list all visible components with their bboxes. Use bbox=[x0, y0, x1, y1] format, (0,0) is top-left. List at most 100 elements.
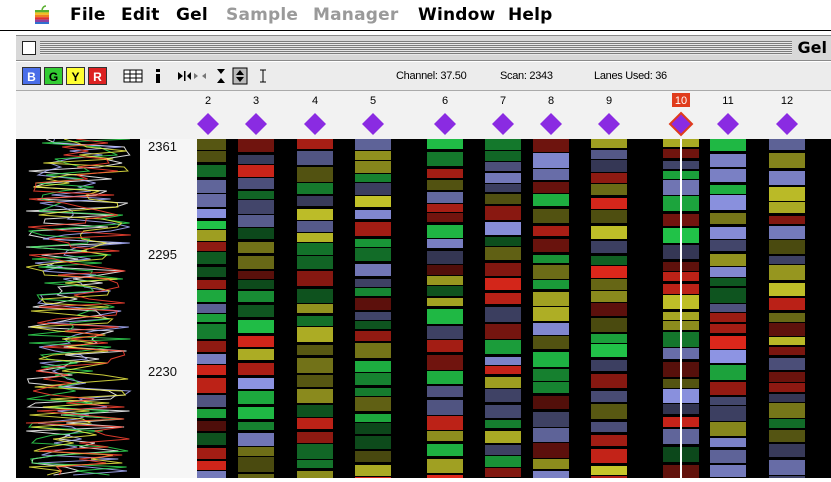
lane-marker-icon[interactable] bbox=[492, 113, 514, 135]
gel-band bbox=[197, 194, 226, 207]
apple-rainbow-icon[interactable] bbox=[32, 5, 52, 25]
gel-band bbox=[238, 191, 274, 199]
text-cursor-icon[interactable] bbox=[256, 67, 270, 85]
gel-band bbox=[197, 221, 226, 229]
gel-band bbox=[769, 171, 805, 185]
red-channel-button[interactable]: R bbox=[88, 67, 107, 85]
gel-band bbox=[197, 230, 226, 241]
gel-band bbox=[355, 388, 391, 396]
gel-band bbox=[355, 436, 391, 449]
gel-band bbox=[591, 404, 627, 419]
gel-band bbox=[485, 263, 521, 276]
menu-edit[interactable]: Edit bbox=[121, 5, 160, 25]
lane-number[interactable]: 6 bbox=[442, 95, 448, 107]
lane-marker-icon[interactable] bbox=[434, 113, 456, 135]
gel-band bbox=[427, 298, 463, 306]
lane-number[interactable]: 7 bbox=[500, 95, 506, 107]
gel-band bbox=[297, 345, 333, 355]
gel-band bbox=[238, 336, 274, 347]
gel-band bbox=[427, 213, 463, 222]
stepper-icon[interactable] bbox=[232, 67, 248, 85]
gel-band bbox=[427, 180, 463, 190]
gel-band bbox=[710, 213, 746, 224]
gel-band bbox=[485, 307, 521, 322]
gel-band bbox=[710, 267, 746, 277]
lane-number[interactable]: 5 bbox=[370, 95, 376, 107]
gel-band bbox=[297, 389, 333, 403]
gel-band bbox=[355, 451, 391, 462]
menu-sample[interactable]: Sample bbox=[226, 5, 298, 25]
gel-band bbox=[238, 139, 274, 152]
gel-toolbar: B G Y R Channel: 37.50 Scan: 2343 Lanes … bbox=[16, 62, 831, 91]
gel-band bbox=[238, 447, 274, 456]
expand-vertical-icon[interactable] bbox=[214, 67, 228, 85]
lane-number[interactable]: 12 bbox=[781, 95, 793, 107]
menu-bar: File Edit Gel Sample Manager Window Help bbox=[0, 0, 831, 31]
gel-band bbox=[427, 204, 463, 212]
lane-number[interactable]: 9 bbox=[606, 95, 612, 107]
gel-band bbox=[591, 279, 627, 290]
gel-band bbox=[533, 412, 569, 427]
gel-band bbox=[710, 324, 746, 333]
lane-marker-icon[interactable] bbox=[245, 113, 267, 135]
menu-window[interactable]: Window bbox=[418, 5, 495, 25]
lane-number[interactable]: 8 bbox=[548, 95, 554, 107]
gel-band bbox=[533, 428, 569, 442]
lane-marker-icon[interactable] bbox=[362, 113, 384, 135]
gel-band bbox=[710, 195, 746, 210]
gel-band bbox=[197, 280, 226, 289]
lane-header: 2 3 4 5 6 7 8 9 10 11 12 bbox=[16, 91, 831, 139]
gel-band bbox=[710, 422, 746, 436]
info-icon[interactable] bbox=[150, 67, 166, 85]
gel-band bbox=[238, 215, 274, 227]
lane-marker-icon[interactable] bbox=[304, 113, 326, 135]
gel-band bbox=[533, 307, 569, 321]
menu-gel[interactable]: Gel bbox=[176, 5, 208, 25]
lane-marker-icon[interactable] bbox=[197, 113, 219, 135]
yellow-channel-button[interactable]: Y bbox=[66, 67, 85, 85]
menu-manager[interactable]: Manager bbox=[313, 5, 398, 25]
gel-band bbox=[710, 406, 746, 421]
window-title-bar[interactable]: Gel bbox=[16, 35, 831, 61]
grid-icon[interactable] bbox=[122, 67, 144, 85]
gel-image[interactable] bbox=[197, 139, 831, 478]
menu-file[interactable]: File bbox=[70, 5, 106, 25]
lane-number[interactable]: 2 bbox=[205, 95, 211, 107]
expand-horizontal-icon[interactable] bbox=[176, 67, 208, 85]
blue-channel-button[interactable]: B bbox=[22, 67, 41, 85]
gel-band bbox=[238, 378, 274, 389]
gel-band bbox=[427, 169, 463, 178]
lane-number[interactable]: 10 bbox=[675, 95, 687, 107]
gel-band bbox=[297, 432, 333, 443]
gel-band bbox=[769, 240, 805, 254]
gel-band bbox=[427, 152, 463, 166]
gel-band bbox=[297, 444, 333, 459]
lane-marker-icon[interactable] bbox=[776, 113, 798, 135]
gel-band bbox=[769, 139, 805, 150]
gel-band bbox=[355, 423, 391, 434]
lane-number[interactable]: 3 bbox=[253, 95, 259, 107]
gel-band bbox=[769, 283, 805, 296]
gel-band bbox=[591, 303, 627, 316]
close-box-icon[interactable] bbox=[22, 41, 36, 55]
gel-band bbox=[238, 305, 274, 317]
lane-number[interactable]: 4 bbox=[312, 95, 318, 107]
gel-band bbox=[533, 226, 569, 236]
lane-number[interactable]: 11 bbox=[722, 95, 733, 107]
menu-help[interactable]: Help bbox=[508, 5, 553, 25]
gel-band bbox=[355, 248, 391, 261]
gel-band bbox=[197, 139, 226, 150]
lane-marker-icon[interactable] bbox=[668, 111, 694, 137]
gel-band bbox=[355, 264, 391, 276]
gel-band bbox=[197, 267, 226, 277]
lane-marker-icon[interactable] bbox=[598, 113, 620, 135]
gel-band bbox=[533, 209, 569, 223]
lane-marker-icon[interactable] bbox=[717, 113, 739, 135]
gel-band bbox=[485, 162, 521, 171]
green-channel-button[interactable]: G bbox=[44, 67, 63, 85]
gel-band bbox=[710, 336, 746, 349]
gel-band bbox=[533, 139, 569, 152]
lane-marker-icon[interactable] bbox=[540, 113, 562, 135]
gel-band bbox=[297, 256, 333, 269]
gel-band bbox=[238, 433, 274, 446]
